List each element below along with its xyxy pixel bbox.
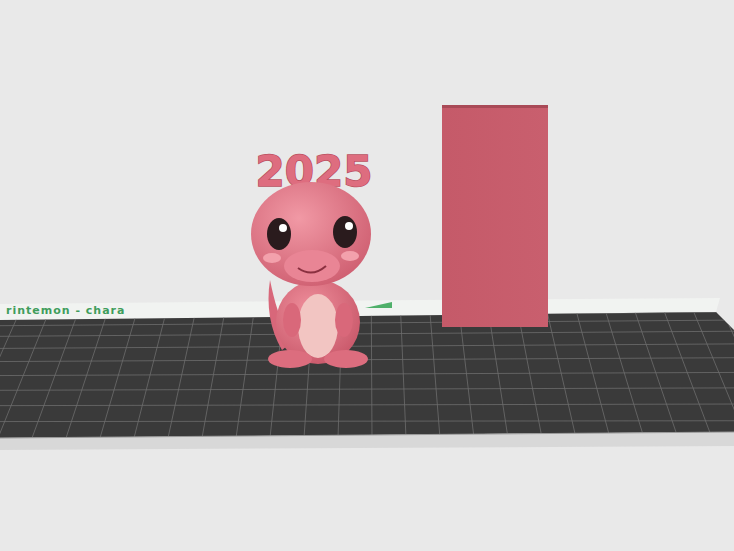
grid-line xyxy=(605,310,644,438)
dragon-cheek-right xyxy=(341,251,359,261)
grid-line xyxy=(0,312,734,318)
grid-line xyxy=(0,310,50,438)
dragon-eye-right xyxy=(333,216,357,248)
grid-line xyxy=(0,344,734,348)
dragon-cheek-left xyxy=(263,253,281,263)
grid-line xyxy=(0,331,734,336)
grid-line xyxy=(32,310,79,438)
grid-line xyxy=(0,310,20,438)
eye-highlight xyxy=(345,222,353,230)
dragon-arm-right xyxy=(335,303,353,337)
dragon-arm-left xyxy=(283,303,301,337)
grid-line xyxy=(518,310,543,438)
grid-line xyxy=(693,310,734,438)
dragon-belly xyxy=(298,294,338,358)
dragon-snout xyxy=(284,250,340,282)
dragon-head xyxy=(251,182,371,286)
grid-line xyxy=(134,310,167,438)
grid-line xyxy=(66,310,108,438)
prime-tower-top xyxy=(442,105,548,108)
dragon-mouth xyxy=(298,266,326,273)
dragon-foot-left xyxy=(268,350,312,368)
build-plate xyxy=(0,312,734,438)
grid-line xyxy=(547,310,576,438)
dragon-foot-right xyxy=(324,350,368,368)
grid-line xyxy=(634,310,678,438)
bed-corner-mark xyxy=(365,302,392,308)
grid-line xyxy=(236,310,254,438)
eye-highlight xyxy=(279,224,287,232)
prime-tower[interactable] xyxy=(442,105,548,327)
grid-line xyxy=(401,310,406,438)
grid-line xyxy=(202,310,225,438)
grid-line xyxy=(0,388,734,390)
dragon-model[interactable]: 2025 xyxy=(251,147,372,368)
grid-line xyxy=(0,420,734,422)
grid-line xyxy=(168,310,196,438)
grid-line xyxy=(0,320,734,326)
grid-line xyxy=(371,310,373,438)
grid-line xyxy=(576,310,610,438)
dragon-eye-left xyxy=(267,218,291,250)
plate-edge xyxy=(0,432,734,450)
grid-line xyxy=(430,310,440,438)
grid-line xyxy=(100,310,137,438)
grid-line xyxy=(459,310,474,438)
scene[interactable]: rintemon - chara 2025 xyxy=(0,0,734,551)
grid-line xyxy=(722,310,734,438)
plate-edge-line xyxy=(0,432,734,438)
grid-line xyxy=(664,310,712,438)
3d-viewport[interactable]: rintemon - chara 2025 xyxy=(0,0,734,551)
grid-line xyxy=(488,310,508,438)
bed-label: rintemon - chara xyxy=(6,304,125,317)
